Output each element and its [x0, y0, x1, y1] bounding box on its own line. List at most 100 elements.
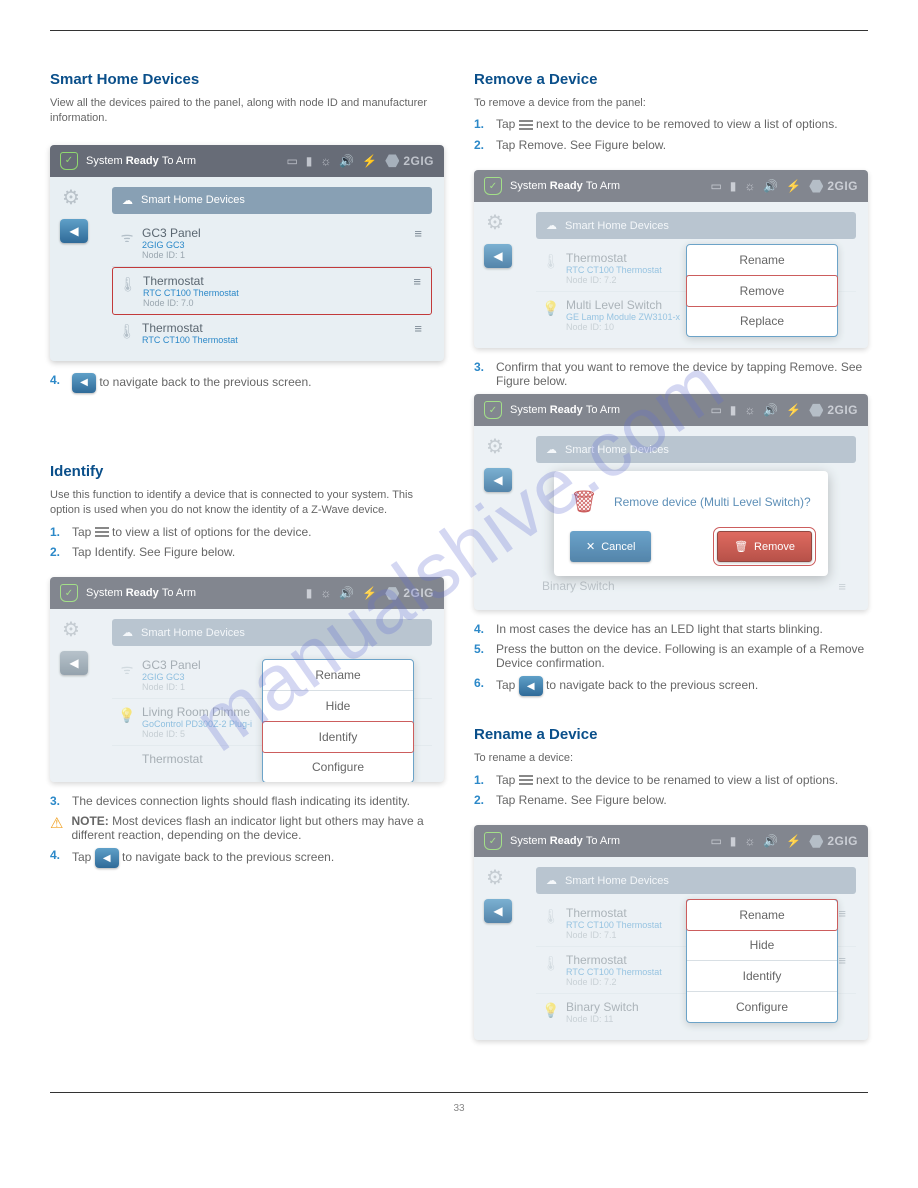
cloud-icon: ☁ — [546, 874, 557, 887]
device-row: Binary Switch ≡ — [536, 573, 856, 600]
brand-logo: 2GIG — [385, 586, 434, 600]
heading-rename-device: Rename a Device — [474, 726, 868, 743]
top-rule — [50, 30, 868, 31]
remove-button[interactable]: 🗑 Remove — [717, 531, 812, 562]
screenshot-remove-confirm: ✓ System Ready To Arm ▭ ▮ ☼ 🔊 ⚡ 2GIG ⚙ — [474, 394, 868, 610]
menu-item-hide[interactable]: Hide — [687, 930, 837, 961]
step-1: 1. Tap to view a list of options for the… — [50, 525, 444, 540]
panel-topbar: ✓ System Ready To Arm ▭ ▮ ☼ 🔊 ⚡ 2GIG — [474, 170, 868, 202]
plug-icon: ⚡ — [362, 586, 377, 600]
section-header: ☁ Smart Home Devices — [112, 619, 432, 646]
sound-icon: 🔊 — [763, 834, 778, 848]
menu-item-identify[interactable]: Identify — [687, 961, 837, 992]
dropdown-menu: Rename Hide Identify Configure — [686, 899, 838, 1023]
bookmark-icon: ▮ — [306, 154, 313, 168]
dropdown-menu: Rename Hide Identify Configure — [262, 659, 414, 782]
menu-item-replace[interactable]: Replace — [687, 306, 837, 336]
thermo-icon: 🌡 — [542, 908, 560, 925]
gear-icon[interactable]: ⚙ — [62, 185, 86, 209]
menu-item-configure[interactable]: Configure — [687, 992, 837, 1022]
device-row[interactable]: 🌡 Thermostat RTC CT100 Thermostat ≡ — [112, 315, 432, 351]
brand-logo: 2GIG — [809, 179, 858, 193]
confirm-dialog: 🗑 Remove device (Multi Level Switch)? ✕ … — [554, 471, 828, 576]
heading-remove-device: Remove a Device — [474, 71, 868, 88]
menu-item-remove[interactable]: Remove — [686, 275, 838, 307]
back-button[interactable]: ◀ — [484, 899, 512, 923]
cloud-icon: ☁ — [546, 219, 557, 232]
step-2: 2. Tap Identify. See Figure below. — [50, 545, 444, 559]
status-text: System Ready To Arm — [86, 587, 196, 599]
warning-icon: ⚠ — [50, 814, 63, 832]
sound-icon: 🔊 — [339, 154, 354, 168]
device-name: Thermostat — [143, 274, 409, 288]
brand-logo: 2GIG — [385, 154, 434, 168]
page-number: 33 — [50, 1103, 868, 1114]
back-button[interactable]: ◀ — [484, 468, 512, 492]
sound-icon: 🔊 — [763, 403, 778, 417]
cancel-button[interactable]: ✕ Cancel — [570, 531, 651, 562]
brand-logo: 2GIG — [809, 834, 858, 848]
step-4b: 4. Tap ◀ to navigate back to the previou… — [50, 848, 444, 868]
menu-item-rename[interactable]: Rename — [686, 899, 838, 931]
screenshot-remove-menu: ✓ System Ready To Arm ▭ ▮ ☼ 🔊 ⚡ 2GIG ⚙ — [474, 170, 868, 348]
dropdown-menu: Rename Remove Replace — [686, 244, 838, 337]
status-text: System Ready To Arm — [510, 835, 620, 847]
plug-icon: ⚡ — [362, 154, 377, 168]
device-row-selected[interactable]: 🌡 Thermostat RTC CT100 Thermostat Node I… — [112, 267, 432, 315]
device-list-faded: Binary Switch ≡ — [536, 573, 856, 600]
gear-icon[interactable]: ⚙ — [62, 617, 86, 641]
menu-item-rename[interactable]: Rename — [263, 660, 413, 691]
brand-logo: 2GIG — [809, 403, 858, 417]
step-r1: 1. Tap next to the device to be removed … — [474, 117, 868, 132]
wifi-icon: ᯤ — [118, 228, 136, 247]
row-menu-icon[interactable]: ≡ — [410, 321, 426, 336]
device-row[interactable]: ᯤ GC3 Panel 2GIG GC3 Node ID: 1 ≡ — [112, 220, 432, 267]
gear-icon[interactable]: ⚙ — [486, 210, 510, 234]
back-chip-icon: ◀ — [519, 676, 543, 696]
cloud-icon: ☁ — [122, 194, 133, 207]
row-menu-icon[interactable]: ≡ — [409, 274, 425, 289]
dialog-message: Remove device (Multi Level Switch)? — [614, 495, 811, 509]
back-button[interactable]: ◀ — [60, 651, 88, 675]
bookmark-icon: ▮ — [730, 403, 737, 417]
menu-item-identify[interactable]: Identify — [262, 721, 414, 753]
panel-topbar: ✓ System Ready To Arm ▭ ▮ ☼ 🔊 ⚡ 2GIG — [474, 825, 868, 857]
shield-icon: ✓ — [484, 401, 502, 419]
row-menu-icon: ≡ — [834, 579, 850, 594]
bookmark-icon: ▮ — [730, 834, 737, 848]
gear-icon[interactable]: ⚙ — [486, 434, 510, 458]
back-button[interactable]: ◀ — [484, 244, 512, 268]
intro-para: View all the devices paired to the panel… — [50, 96, 444, 127]
thermo-icon: 🌡 — [119, 276, 137, 293]
rename-intro: To rename a device: — [474, 751, 868, 766]
menu-item-hide[interactable]: Hide — [263, 691, 413, 722]
remove-intro: To remove a device from the panel: — [474, 96, 868, 111]
back-button[interactable]: ◀ — [60, 219, 88, 243]
bulb-icon: 💡 — [542, 1002, 560, 1019]
bookmark-icon: ▮ — [730, 179, 737, 193]
gear-icon[interactable]: ⚙ — [486, 865, 510, 889]
row-menu-icon[interactable]: ≡ — [410, 226, 426, 241]
back-chip-icon: ◀ — [95, 848, 119, 868]
hamburger-icon — [519, 773, 533, 787]
menu-item-configure[interactable]: Configure — [263, 752, 413, 782]
menu-item-rename[interactable]: Rename — [687, 245, 837, 276]
device-list: ᯤ GC3 Panel 2GIG GC3 Node ID: 1 ≡ 🌡 — [112, 220, 432, 351]
step-3: 3. The devices connection lights should … — [50, 794, 444, 808]
cloud-icon: ☁ — [546, 443, 557, 456]
topbar-icons: ▮ ☼ 🔊 ⚡ 2GIG — [306, 586, 434, 600]
screenshot-identify-menu: ✓ System Ready To Arm ▮ ☼ 🔊 ⚡ 2GIG ⚙ ◀ — [50, 577, 444, 782]
device-sub: RTC CT100 Thermostat — [143, 288, 409, 298]
chat-icon: ▭ — [710, 834, 721, 848]
hamburger-icon — [95, 525, 109, 539]
chat-icon: ▭ — [286, 154, 297, 168]
shield-icon: ✓ — [484, 832, 502, 850]
shield-icon: ✓ — [60, 152, 78, 170]
step-r6: 6. Tap ◀ to navigate back to the previou… — [474, 676, 868, 696]
note-block: ⚠ NOTE: Most devices flash an indicator … — [50, 814, 444, 842]
device-name: Thermostat — [142, 321, 410, 335]
bottom-rule — [50, 1092, 868, 1093]
heading-identify: Identify — [50, 463, 444, 480]
screenshot-device-list: ✓ System Ready To Arm ▭ ▮ ☼ 🔊 ⚡ 2GIG ⚙ — [50, 145, 444, 361]
sun-icon: ☼ — [744, 834, 755, 848]
